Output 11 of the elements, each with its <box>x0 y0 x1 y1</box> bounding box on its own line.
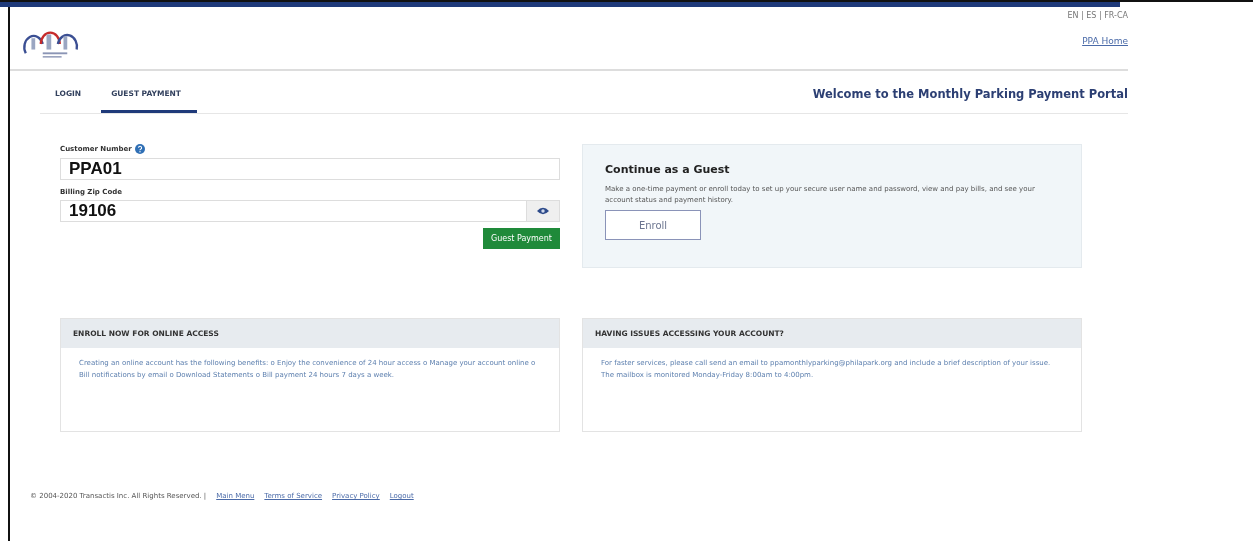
eye-icon <box>537 207 549 215</box>
show-zip-button[interactable] <box>526 200 560 222</box>
enroll-button[interactable]: Enroll <box>605 210 701 241</box>
home-link[interactable]: PPA Home <box>1082 36 1128 46</box>
language-links[interactable]: EN | ES | FR-CA <box>1067 11 1128 20</box>
customer-number-field[interactable]: PPA01 <box>60 158 560 180</box>
welcome-heading: Welcome to the Monthly Parking Payment Portal <box>812 87 1128 101</box>
guest-payment-button[interactable]: Guest Payment <box>482 228 560 249</box>
card-title: Continue as a Guest <box>605 163 731 176</box>
help-icon[interactable] <box>134 144 145 154</box>
zip-code-field[interactable]: 19106 <box>60 200 526 222</box>
